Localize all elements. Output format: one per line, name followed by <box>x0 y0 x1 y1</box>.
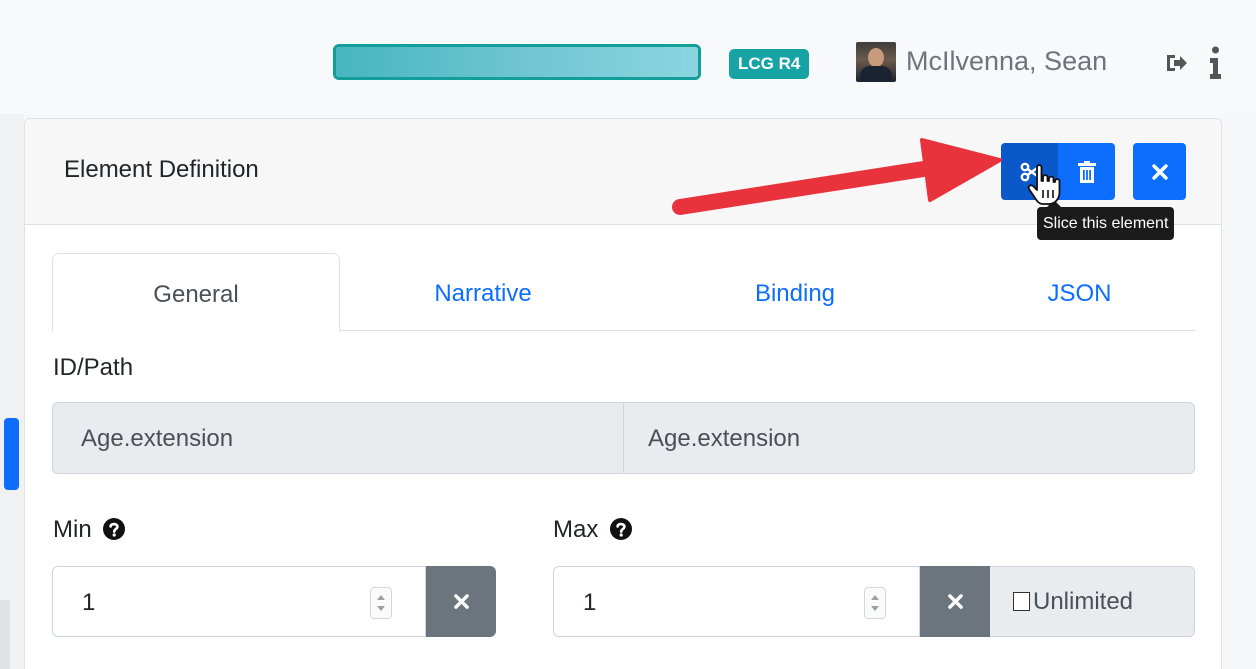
delete-button[interactable] <box>1058 143 1115 200</box>
close-panel-button[interactable] <box>1133 143 1186 200</box>
max-stepper[interactable] <box>864 587 886 619</box>
close-icon <box>1151 163 1168 180</box>
max-help-icon[interactable] <box>610 518 633 540</box>
max-input-group: 1 Unlimited <box>553 566 1195 637</box>
min-stepper[interactable] <box>370 587 392 619</box>
max-value: 1 <box>583 589 597 616</box>
slice-tooltip: Slice this element <box>1037 200 1175 240</box>
right-edge <box>1222 114 1256 669</box>
max-label-group: Max <box>553 516 633 544</box>
progress-bar-fill <box>336 47 698 77</box>
tab-bar: General Narrative Binding JSON <box>52 253 1195 332</box>
min-clear-button[interactable] <box>426 566 496 637</box>
id-path-group: Age.extension Age.extension <box>52 402 1195 474</box>
left-sidebar-tab[interactable] <box>4 418 19 490</box>
close-icon <box>947 594 963 609</box>
tab-general[interactable]: General <box>52 253 340 332</box>
id-path-label: ID/Path <box>53 354 134 381</box>
max-label: Max <box>553 516 599 543</box>
progress-bar <box>333 44 701 80</box>
scissors-icon <box>1020 162 1041 181</box>
min-input-group: 1 <box>52 566 496 637</box>
left-sidebar-edge-lower <box>0 600 10 669</box>
unlimited-checkbox[interactable] <box>1013 592 1030 611</box>
unlimited-label: Unlimited <box>1033 587 1134 615</box>
min-help-icon[interactable] <box>103 518 126 540</box>
panel-title: Element Definition <box>64 156 259 183</box>
close-icon <box>453 594 469 609</box>
trash-icon <box>1077 160 1096 183</box>
path-field[interactable]: Age.extension <box>624 403 1194 473</box>
slice-button[interactable] <box>1001 143 1058 200</box>
min-value: 1 <box>82 589 96 616</box>
version-badge: LCG R4 <box>729 49 810 79</box>
info-icon[interactable] <box>1208 46 1222 80</box>
element-action-buttons <box>1001 143 1115 200</box>
unlimited-checkbox-label[interactable]: Unlimited <box>990 566 1195 637</box>
user-name[interactable]: McIlvenna, Sean <box>906 46 1107 77</box>
id-field[interactable]: Age.extension <box>53 403 624 473</box>
max-input[interactable]: 1 <box>553 566 920 637</box>
left-sidebar-edge <box>0 114 24 669</box>
min-label: Min <box>53 516 92 543</box>
tab-json[interactable]: JSON <box>964 253 1195 331</box>
tab-narrative[interactable]: Narrative <box>340 253 626 331</box>
min-label-group: Min <box>53 516 126 544</box>
top-navbar: LCG R4 McIlvenna, Sean <box>0 0 1256 114</box>
sign-out-icon[interactable] <box>1164 51 1188 75</box>
tab-binding[interactable]: Binding <box>652 253 938 331</box>
max-clear-button[interactable] <box>920 566 990 637</box>
avatar[interactable] <box>856 42 896 82</box>
min-input[interactable]: 1 <box>52 566 426 637</box>
